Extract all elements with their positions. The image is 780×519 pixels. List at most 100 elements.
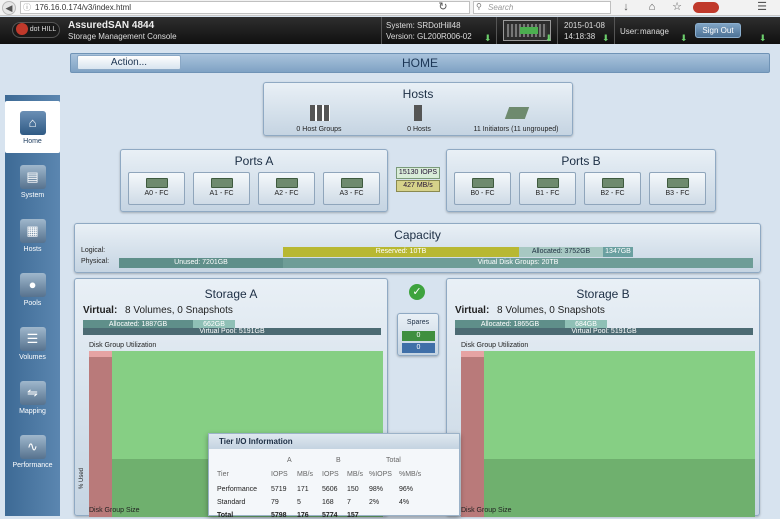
user-name: manage [640, 27, 669, 36]
divider [557, 17, 558, 44]
tier-io-title: Tier I/O Information [209, 434, 459, 449]
sidebar-item-pools[interactable]: ● Pools [5, 263, 60, 315]
url-field[interactable]: 176.16.0.174/v3/index.html [20, 1, 470, 14]
port-b3[interactable]: B3 - FC [649, 172, 706, 205]
storage-b-title: Storage B [576, 287, 630, 301]
capacity-title: Capacity [394, 228, 441, 242]
divider [496, 17, 497, 44]
action-button[interactable]: Action... [77, 55, 181, 70]
x-axis-label: Disk Group Size [89, 507, 140, 514]
tier-io-header-cell: IOPS [322, 471, 339, 478]
spares-b: 0 [402, 343, 435, 353]
dg-utilization-chart[interactable] [461, 351, 755, 517]
tier-io-cell: 5 [297, 499, 301, 506]
sidebar-item-mapping[interactable]: ⇋ Mapping [5, 371, 60, 423]
group-header-a: A [287, 457, 292, 464]
fc-port-icon [275, 178, 298, 188]
update-arrow-icon[interactable]: ⬇ [484, 33, 492, 44]
search-input[interactable]: Search [473, 1, 611, 14]
port-a3[interactable]: A3 - FC [323, 172, 380, 205]
volumes-icon: ☰ [19, 327, 46, 351]
hosts-icon: ▦ [19, 219, 46, 243]
dg-util-title: Disk Group Utilization [461, 342, 529, 349]
bookmark-star-icon[interactable]: ☆ [670, 1, 684, 14]
back-icon[interactable]: ◀ [2, 1, 16, 15]
port-b1[interactable]: B1 - FC [519, 172, 576, 205]
user-label: User: [620, 27, 640, 36]
spares-panel[interactable]: Spares 0 0 [397, 313, 439, 356]
storage-a-volumes: 8 Volumes, 0 Snapshots [125, 305, 233, 316]
version-value: GL200R006-02 [417, 32, 472, 41]
sidebar-item-hosts[interactable]: ▦ Hosts [5, 209, 60, 261]
sidebar-item-volumes[interactable]: ☰ Volumes [5, 317, 60, 369]
fc-port-icon [471, 178, 494, 188]
group-header-b: B [336, 457, 341, 464]
storage-b-panel: Storage B Virtual: 8 Volumes, 0 Snapshot… [446, 278, 760, 517]
app-header: dot HILL AssuredSAN 4844 Storage Managem… [0, 17, 780, 44]
status-ok-icon[interactable]: ✓ [409, 284, 425, 300]
storage-b-pool: Virtual Pool: 5191GB [455, 328, 753, 335]
allocated-bar: Allocated: 3752GB [519, 247, 603, 257]
fc-port-icon [536, 178, 559, 188]
host-groups-icon [310, 105, 330, 121]
tier-io-cell: 79 [271, 499, 279, 506]
physical-label: Physical: [81, 258, 110, 265]
reserved-bar: Reserved: 10TB [283, 247, 519, 257]
user-arrow-icon[interactable]: ⬇ [680, 33, 688, 44]
system-name: SRDotHill48 [417, 21, 461, 30]
menu-icon[interactable]: ☰ [755, 1, 769, 14]
virtual-label: Virtual: [83, 305, 118, 316]
fc-port-icon [601, 178, 624, 188]
ports-a-panel: Ports A A0 - FC A1 - FC A2 - FC A3 - FC [120, 149, 388, 212]
capacity-panel[interactable]: Capacity Logical: Physical: Reserved: 10… [74, 223, 761, 273]
system-label: System: [386, 21, 415, 30]
tier-io-cell: 4% [399, 499, 410, 506]
storage-a-title: Storage A [204, 287, 258, 301]
port-b2[interactable]: B2 - FC [584, 172, 641, 205]
tier-io-header-cell: Tier [217, 471, 229, 478]
enclosure-arrow-icon[interactable]: ⬇ [545, 33, 553, 44]
vdg-bar: Virtual Disk Groups: 20TB [283, 258, 753, 268]
enclosure-icon[interactable] [503, 20, 551, 41]
sidebar-item-system[interactable]: ▤ System [5, 155, 60, 207]
tier-io-header-cell: IOPS [271, 471, 288, 478]
home-icon: ⌂ [19, 111, 46, 135]
x-axis-label: Disk Group Size [461, 507, 512, 514]
tier-io-cell: Standard [217, 499, 246, 506]
fc-port-icon [145, 178, 168, 188]
product-name: AssuredSAN 4844 [68, 20, 155, 31]
sidebar-item-performance[interactable]: ∿ Performance [5, 425, 60, 477]
spares-a: 0 [402, 331, 435, 341]
time-arrow-icon[interactable]: ⬇ [602, 33, 610, 44]
sidebar-item-home[interactable]: ⌂ Home [5, 101, 60, 153]
fc-port-icon [340, 178, 363, 188]
browser-toolbar: ◀ 176.16.0.174/v3/index.html ⓘ ↻ Search … [0, 0, 780, 16]
signout-arrow-icon[interactable]: ⬇ [759, 33, 767, 44]
home-browser-icon[interactable]: ⌂ [645, 1, 659, 14]
hosts-panel[interactable]: Hosts 0 Host Groups 0 Hosts 11 Initiator… [263, 82, 573, 136]
port-a0[interactable]: A0 - FC [128, 172, 185, 205]
used-cap [461, 351, 484, 357]
divider [614, 17, 615, 44]
logical-label: Logical: [81, 247, 106, 254]
ports-b-panel: Ports B B0 - FC B1 - FC B2 - FC B3 - FC [446, 149, 716, 212]
search-icon: ⚲ [476, 2, 482, 11]
sign-out-button[interactable]: Sign Out [695, 23, 741, 38]
tier-io-tooltip: Tier I/O Information A B Total Tier IOPS M… [208, 433, 460, 519]
port-a1[interactable]: A1 - FC [193, 172, 250, 205]
port-a2[interactable]: A2 - FC [258, 172, 315, 205]
spares-title: Spares [406, 319, 430, 326]
tier-io-cell: 2% [369, 499, 380, 506]
used-column [461, 351, 484, 517]
download-icon[interactable]: ↓ [619, 1, 633, 14]
port-b0[interactable]: B0 - FC [454, 172, 511, 205]
reload-icon[interactable]: ↻ [436, 1, 450, 14]
addon-badge-icon[interactable] [693, 2, 719, 13]
sidebar: ⌂ Home ▤ System ▦ Hosts ● Pools ☰ Volumes ⇋ Ma… [5, 95, 60, 516]
tier-io-cell: 5719 [271, 486, 287, 493]
tier-io-header-cell: MB/s [297, 471, 313, 478]
system-icon: ▤ [19, 165, 46, 189]
ports-a-title: Ports A [234, 154, 274, 168]
performance-icon: ∿ [19, 435, 46, 459]
group-header-total: Total [386, 457, 401, 464]
